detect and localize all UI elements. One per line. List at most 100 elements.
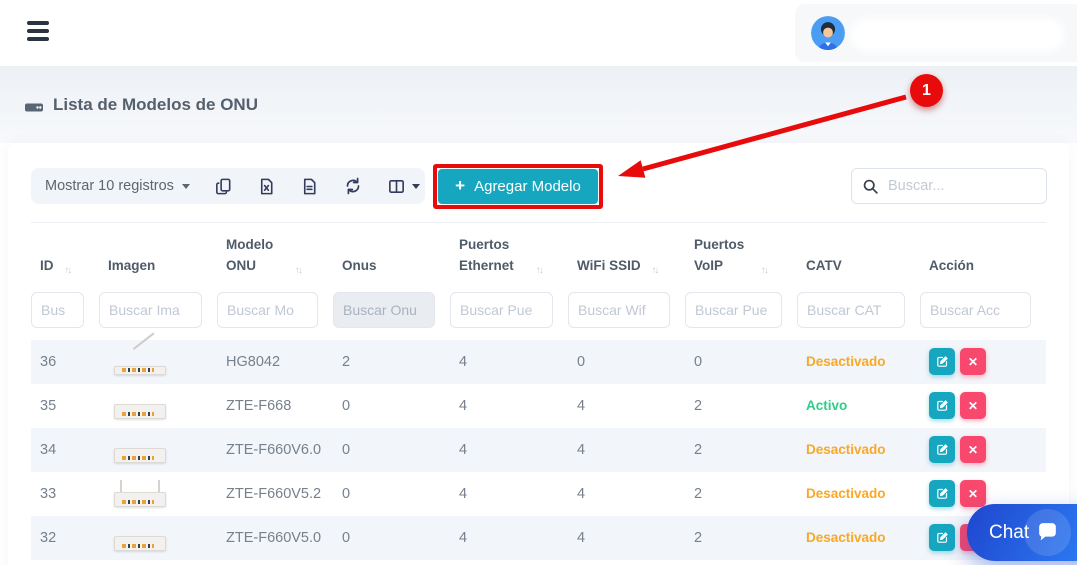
cell-onus xyxy=(333,560,450,565)
onu-photo-box xyxy=(108,524,172,552)
column-filter-input[interactable] xyxy=(568,292,670,328)
column-visibility-icon[interactable] xyxy=(387,177,420,196)
onu-photo-antenna xyxy=(108,348,172,376)
copy-icon[interactable] xyxy=(214,177,233,196)
cell-id: 36 xyxy=(31,340,99,384)
search-icon xyxy=(862,178,879,195)
cell-modelo xyxy=(217,560,333,565)
cell-ethernet: 4 xyxy=(450,472,568,516)
delete-button[interactable]: ✕ xyxy=(960,480,986,507)
column-header-label: Imagen xyxy=(108,256,155,277)
column-header-catv[interactable]: CATV xyxy=(797,223,920,290)
column-header-modelo[interactable]: Modelo ONU ↑↓ xyxy=(217,223,333,290)
column-header-onus[interactable]: Onus xyxy=(333,223,450,290)
column-header-label: Puertos VoIP xyxy=(694,235,750,277)
edit-button[interactable] xyxy=(929,392,955,419)
column-filter-input[interactable] xyxy=(450,292,553,328)
table-row: 36 HG8042 2 4 0 0 Desactivado ✕ xyxy=(31,340,1046,384)
cell-onus: 0 xyxy=(333,384,450,428)
edit-button[interactable] xyxy=(929,524,955,551)
close-icon: ✕ xyxy=(968,355,978,369)
cell-ethernet xyxy=(450,560,568,565)
user-avatar[interactable] xyxy=(811,16,845,50)
cell-id: 33 xyxy=(31,472,99,516)
onu-models-card: Mostrar 10 registros xyxy=(8,143,1069,565)
column-header-id[interactable]: ID ↑↓ xyxy=(31,223,99,290)
sort-arrows-icon[interactable]: ↑↓ xyxy=(64,265,70,276)
cell-ethernet: 4 xyxy=(450,428,568,472)
column-filter-input[interactable] xyxy=(797,292,905,328)
add-model-button[interactable]: + Agregar Modelo xyxy=(438,169,598,204)
cell-wifi: 4 xyxy=(568,516,685,560)
cell-modelo: HG8042 xyxy=(217,340,333,384)
cell-wifi: 0 xyxy=(568,340,685,384)
table-row: ✕ xyxy=(31,560,1046,565)
cell-catv-status: Desactivado xyxy=(797,516,920,560)
edit-button[interactable] xyxy=(929,348,955,375)
edit-button[interactable] xyxy=(929,436,955,463)
chat-launcher-button[interactable]: Chat xyxy=(967,504,1077,561)
column-header-wifi[interactable]: WiFi SSID ↑↓ xyxy=(568,223,685,290)
delete-button[interactable]: ✕ xyxy=(960,392,986,419)
column-header-ethernet[interactable]: Puertos Ethernet ↑↓ xyxy=(450,223,568,290)
cell-image xyxy=(99,472,217,516)
search-input[interactable] xyxy=(888,178,1036,194)
chat-bubble-icon xyxy=(1024,509,1071,556)
delete-button[interactable]: ✕ xyxy=(960,348,986,375)
column-header-accion[interactable]: Acción xyxy=(920,223,1046,290)
cell-image xyxy=(99,384,217,428)
table-row: 32 ZTE-F660V5.0 0 4 4 2 Desactivado ✕ xyxy=(31,516,1046,560)
column-header-label: Puertos Ethernet xyxy=(459,235,525,277)
column-filter-input[interactable] xyxy=(685,292,782,328)
annotation-highlight-box: + Agregar Modelo xyxy=(433,164,603,209)
menu-hamburger-icon[interactable] xyxy=(27,21,51,45)
sort-arrows-icon[interactable]: ↑↓ xyxy=(295,265,301,276)
excel-export-icon[interactable] xyxy=(257,177,276,196)
chevron-down-icon xyxy=(412,184,420,189)
cell-id: 32 xyxy=(31,516,99,560)
cell-voip: 0 xyxy=(685,340,797,384)
column-filter-input[interactable] xyxy=(31,292,84,328)
column-filter-input[interactable] xyxy=(99,292,202,328)
page-length-dropdown[interactable]: Mostrar 10 registros xyxy=(45,178,190,194)
cell-voip: 2 xyxy=(685,428,797,472)
cell-modelo: ZTE-F660V5.0 xyxy=(217,516,333,560)
cell-onus: 0 xyxy=(333,428,450,472)
column-filter-input[interactable] xyxy=(920,292,1031,328)
column-filter-input[interactable] xyxy=(333,292,435,328)
cell-ethernet: 4 xyxy=(450,516,568,560)
server-icon xyxy=(24,95,44,115)
sort-arrows-icon[interactable]: ↑↓ xyxy=(761,265,767,276)
refresh-icon[interactable] xyxy=(343,176,363,196)
table-filter-row xyxy=(31,290,1046,340)
edit-button[interactable] xyxy=(929,480,955,507)
cell-onus: 0 xyxy=(333,516,450,560)
column-header-label: Onus xyxy=(342,256,377,277)
cell-catv-status: Desactivado xyxy=(797,428,920,472)
column-header-imagen[interactable]: Imagen xyxy=(99,223,217,290)
column-header-label: CATV xyxy=(806,256,842,277)
file-export-icon[interactable] xyxy=(300,177,319,196)
cell-ethernet: 4 xyxy=(450,384,568,428)
cell-catv-status: Desactivado xyxy=(797,472,920,516)
page-title: Lista de Modelos de ONU xyxy=(24,95,258,115)
column-header-voip[interactable]: Puertos VoIP ↑↓ xyxy=(685,223,797,290)
column-filter-input[interactable] xyxy=(217,292,318,328)
close-icon: ✕ xyxy=(968,487,978,501)
toolbar-button-group: Mostrar 10 registros xyxy=(31,168,425,204)
cell-image xyxy=(99,516,217,560)
close-icon: ✕ xyxy=(968,399,978,413)
table-row: 35 ZTE-F668 0 4 4 2 Activo ✕ xyxy=(31,384,1046,428)
table-toolbar: Mostrar 10 registros xyxy=(31,168,1047,204)
table-row: 34 ZTE-F660V6.0 0 4 4 2 Desactivado ✕ xyxy=(31,428,1046,472)
onu-models-table: ID ↑↓ Imagen Modelo ONU ↑↓ Onus Puertos … xyxy=(31,222,1046,565)
chevron-down-icon xyxy=(182,184,190,189)
sort-arrows-icon[interactable]: ↑↓ xyxy=(536,265,542,276)
sort-arrows-icon[interactable]: ↑↓ xyxy=(651,265,657,276)
column-header-label: WiFi SSID xyxy=(577,256,641,277)
redacted-username xyxy=(855,23,1060,47)
column-header-label: ID xyxy=(40,256,54,277)
cell-wifi xyxy=(568,560,685,565)
cell-image xyxy=(99,340,217,384)
delete-button[interactable]: ✕ xyxy=(960,436,986,463)
